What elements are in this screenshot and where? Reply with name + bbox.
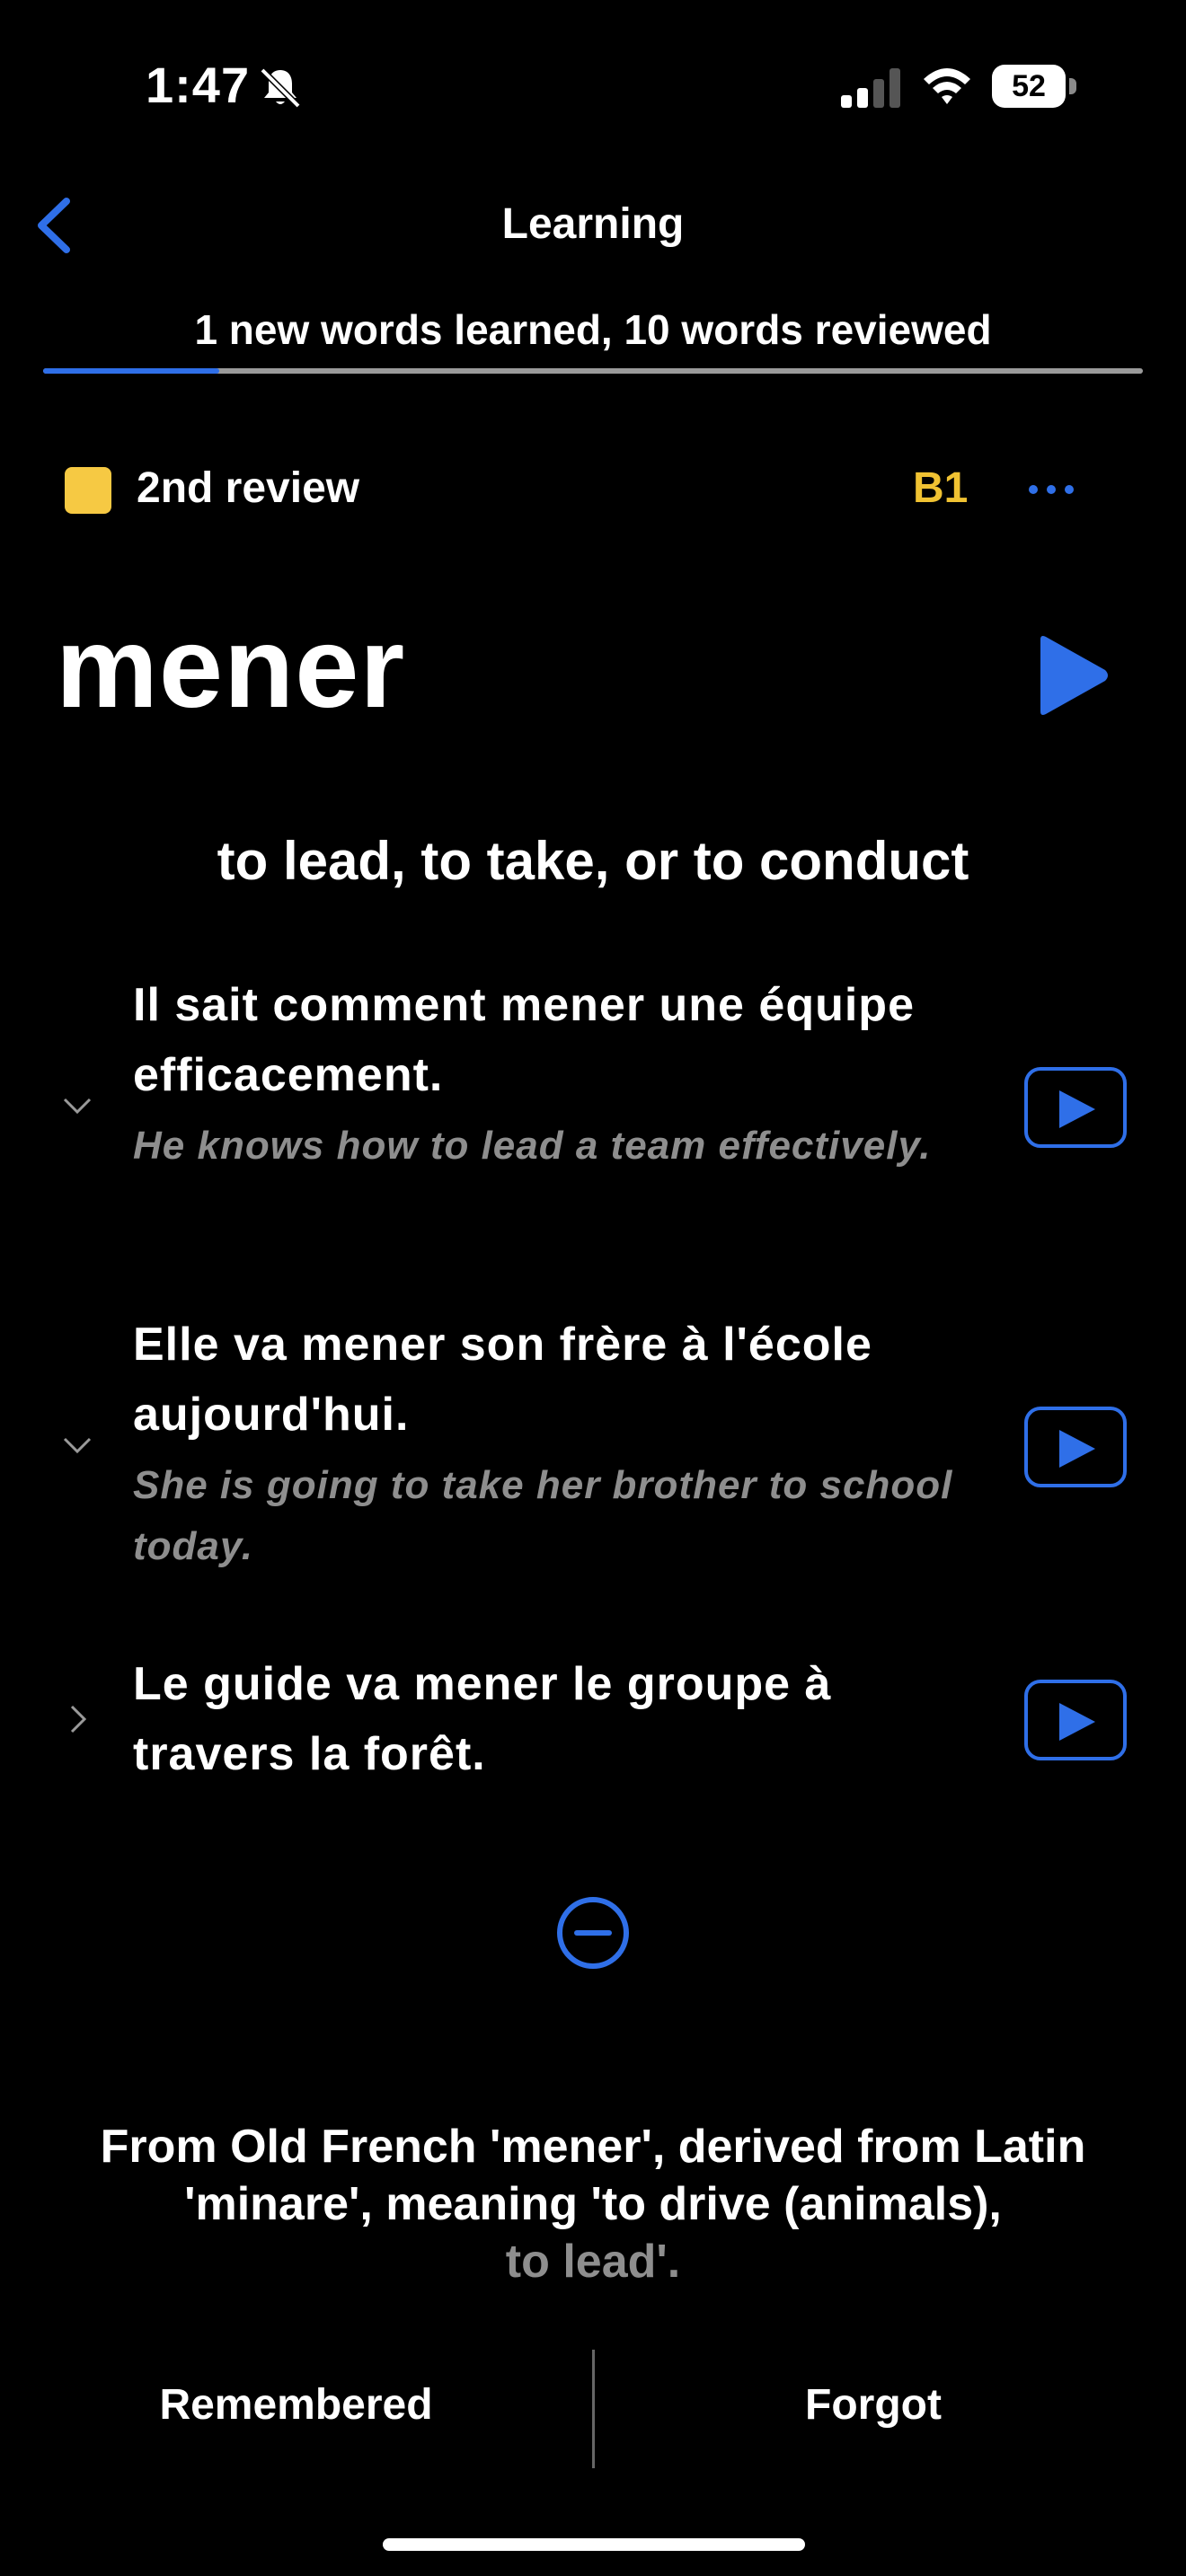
example-item-1: Il sait comment mener une équipe efficac… — [0, 970, 1186, 1239]
example-play-button[interactable] — [1024, 1407, 1127, 1487]
word-meaning: to lead, to take, or to conduct — [217, 831, 969, 891]
etymology-main: From Old French 'mener', derived from La… — [100, 2121, 1086, 2230]
page-title: Learning — [501, 200, 685, 248]
remembered-button[interactable]: Remembered — [0, 2380, 592, 2430]
example-play-button[interactable] — [1024, 1067, 1127, 1148]
etymology-text: From Old French 'mener', derived from La… — [36, 2118, 1150, 2290]
review-status-indicator — [65, 467, 111, 514]
example-english: He knows how to lead a team effectively. — [133, 1124, 932, 1168]
progress-bar — [43, 368, 1143, 374]
home-indicator — [383, 2538, 805, 2551]
bell-slash-icon — [260, 67, 301, 109]
level-badge: B1 — [913, 464, 969, 512]
collapse-minus-icon[interactable] — [555, 1895, 631, 1971]
cellular-signal-icon — [841, 68, 900, 108]
example-play-button[interactable] — [1024, 1680, 1127, 1760]
example-item-2: Elle va mener son frère à l'école aujour… — [0, 1310, 1186, 1579]
chevron-down-icon[interactable] — [59, 1087, 95, 1123]
status-time: 1:47 — [146, 57, 251, 113]
wifi-icon — [924, 68, 970, 104]
battery-icon: 52 — [992, 65, 1076, 108]
word-play-icon[interactable] — [1033, 634, 1111, 717]
battery-percent: 52 — [1012, 69, 1046, 103]
example-french: Elle va mener son frère à l'école aujour… — [133, 1319, 872, 1441]
more-options-icon[interactable] — [1024, 476, 1078, 503]
example-english: She is going to take her brother to scho… — [133, 1463, 953, 1568]
example-item-3: Le guide va mener le groupe à travers la… — [0, 1649, 1186, 1802]
play-icon — [1059, 1703, 1095, 1741]
forgot-button[interactable]: Forgot — [595, 2380, 1152, 2430]
progress-bar-fill — [43, 368, 219, 374]
review-stage-label: 2nd review — [137, 464, 360, 512]
etymology-faded: to lead'. — [505, 2236, 681, 2288]
example-french: Il sait comment mener une équipe efficac… — [133, 979, 915, 1101]
chevron-down-icon[interactable] — [59, 1426, 95, 1462]
play-icon — [1059, 1090, 1095, 1128]
vocab-word: mener — [56, 604, 406, 732]
chevron-right-icon[interactable] — [59, 1701, 95, 1737]
example-french: Le guide va mener le groupe à travers la… — [133, 1658, 832, 1780]
progress-summary: 1 new words learned, 10 words reviewed — [194, 306, 992, 353]
play-icon — [1059, 1430, 1095, 1468]
